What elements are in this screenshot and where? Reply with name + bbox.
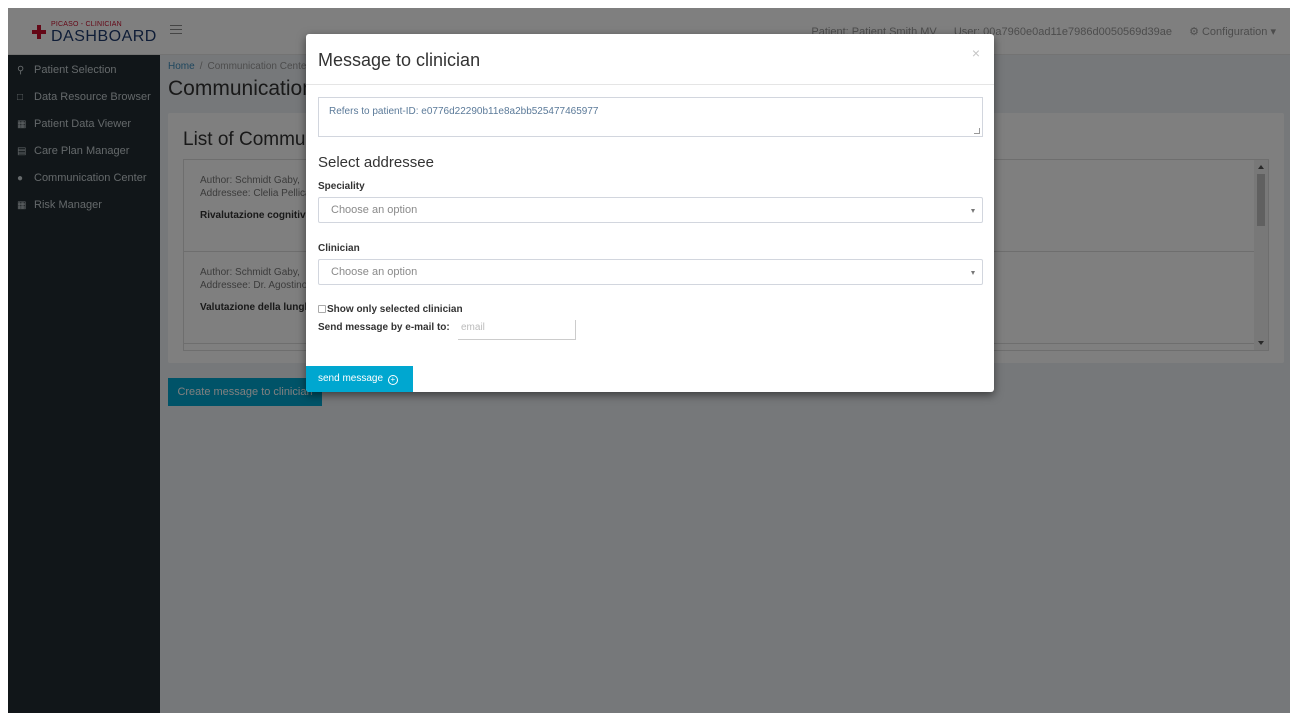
refers-textarea[interactable]: Refers to patient-ID: e0776d22290b11e8a2… [318,97,983,137]
send-message-label: send message [318,373,384,384]
refers-text: Refers to patient-ID: e0776d22290b11e8a2… [329,106,599,117]
show-only-selected-label: Show only selected clinician [327,304,463,315]
show-only-selected-row: Show only selected clinician [318,304,463,315]
clinician-value: Choose an option [331,266,418,278]
speciality-value: Choose an option [331,204,418,216]
email-field[interactable]: email [458,320,576,340]
speciality-select[interactable]: Choose an option [318,197,983,223]
show-only-selected-checkbox[interactable] [318,305,326,313]
resize-grip-icon[interactable] [974,128,980,134]
send-message-button[interactable]: send message + [306,366,413,392]
chevron-down-icon [971,209,975,213]
send-email-label: Send message by e-mail to: [318,322,450,333]
modal-header: Message to clinician × [306,34,994,85]
chevron-down-icon [971,271,975,275]
speciality-label: Speciality [318,181,365,192]
plus-circle-icon: + [387,375,398,385]
clinician-select[interactable]: Choose an option [318,259,983,285]
modal-title: Message to clinician [318,50,481,70]
message-modal: Message to clinician × Refers to patient… [306,34,994,392]
select-addressee-heading: Select addressee [318,154,434,171]
close-icon[interactable]: × [972,45,980,61]
clinician-label: Clinician [318,243,360,254]
